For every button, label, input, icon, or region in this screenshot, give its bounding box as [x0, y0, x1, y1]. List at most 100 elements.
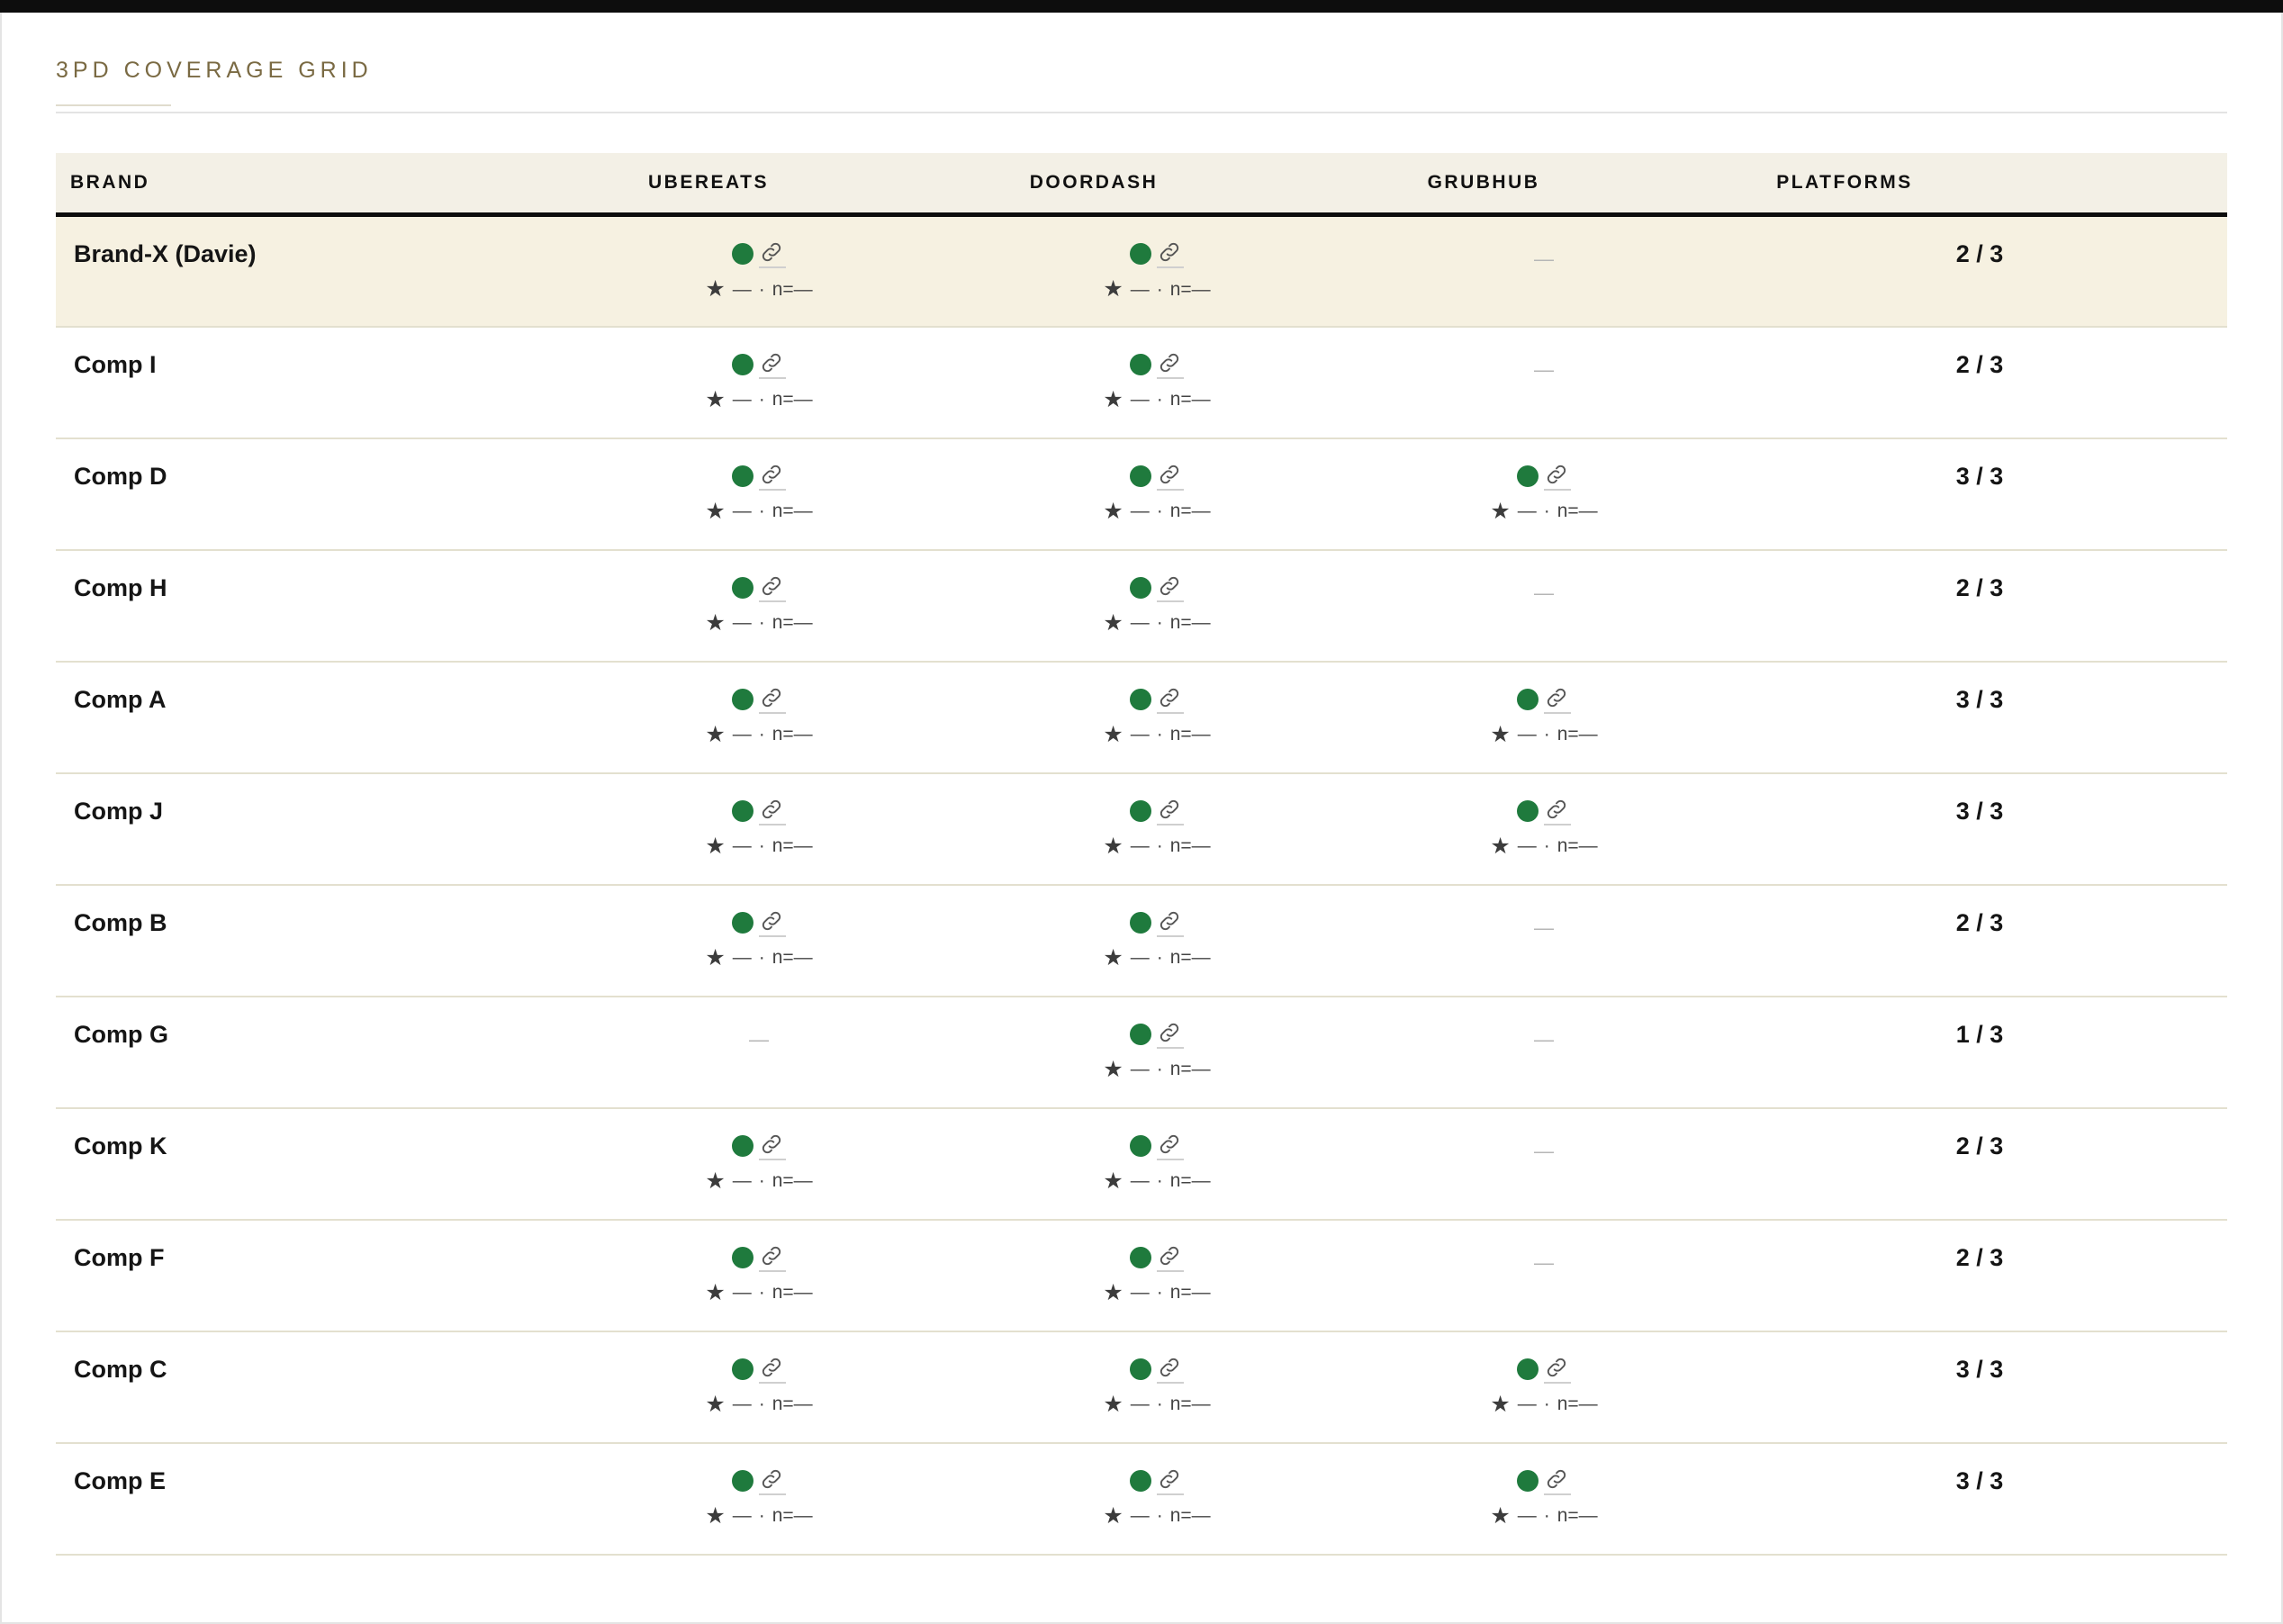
table-row: Comp J ★ — · n=— ★ — · n=— ★ — · n=— 3 / 3	[56, 772, 2227, 886]
link-icon[interactable]	[759, 350, 786, 379]
rating-separator: ·	[758, 1170, 765, 1191]
ubereats-cell: ★ — · n=—	[560, 1331, 958, 1444]
status-dot-icon	[1130, 465, 1151, 487]
review-count: n=—	[1557, 1505, 1598, 1526]
link-icon[interactable]	[1157, 1020, 1184, 1049]
column-header-grubhub[interactable]: GRUBHUB	[1356, 153, 1732, 217]
rating-summary: ★ — · n=—	[1103, 1058, 1210, 1081]
brand-name: Comp K	[56, 1107, 560, 1221]
link-icon[interactable]	[759, 797, 786, 826]
doordash-cell: ★ — · n=—	[958, 214, 1356, 328]
rating-summary: ★ — · n=—	[1103, 1281, 1210, 1304]
status-dot-icon	[1130, 688, 1151, 710]
listing-status	[1130, 907, 1184, 938]
link-icon[interactable]	[1544, 797, 1571, 826]
link-icon[interactable]	[1157, 239, 1184, 268]
link-icon[interactable]	[1544, 462, 1571, 491]
link-icon[interactable]	[1157, 462, 1184, 491]
link-icon[interactable]	[1157, 1243, 1184, 1272]
link-icon[interactable]	[1157, 685, 1184, 714]
grubhub-cell: —	[1356, 1219, 1732, 1332]
ubereats-cell: ★ — · n=—	[560, 1442, 958, 1556]
doordash-cell: ★ — · n=—	[958, 996, 1356, 1109]
rating-separator: ·	[1156, 835, 1163, 856]
rating-summary: ★ — · n=—	[705, 721, 812, 747]
link-icon[interactable]	[1544, 1466, 1571, 1495]
status-dot-icon	[1130, 1358, 1151, 1380]
platforms-count: 3 / 3	[1732, 772, 2227, 886]
link-icon[interactable]	[759, 685, 786, 714]
listing-status	[732, 1466, 786, 1496]
table-row: Comp G — ★ — · n=— — 1 / 3	[56, 996, 2227, 1109]
rating-summary: ★ — · n=—	[1490, 500, 1597, 523]
star-icon: ★	[1103, 721, 1123, 747]
review-count: n=—	[1169, 612, 1211, 633]
link-icon[interactable]	[1157, 350, 1184, 379]
link-icon[interactable]	[759, 239, 786, 268]
column-header-ubereats[interactable]: UBEREATS	[560, 153, 958, 217]
link-icon[interactable]	[1157, 1355, 1184, 1384]
rating-summary: ★ — · n=—	[705, 1281, 813, 1304]
link-icon[interactable]	[759, 573, 786, 602]
star-icon: ★	[705, 721, 726, 747]
table-row: Comp E ★ — · n=— ★ — · n=— ★ — · n=— 3 / 3	[56, 1442, 2227, 1556]
rating-value: —	[732, 1505, 752, 1526]
column-header-doordash[interactable]: DOORDASH	[958, 153, 1356, 217]
rating-separator: ·	[758, 1394, 765, 1414]
star-icon: ★	[1490, 1391, 1511, 1417]
review-count: n=—	[1169, 835, 1211, 856]
link-icon[interactable]	[759, 1466, 786, 1495]
coverage-table: BRAND UBEREATS DOORDASH GRUBHUB PLATFORM…	[56, 153, 2227, 1556]
brand-name: Comp I	[56, 326, 560, 439]
brand-name: Comp A	[56, 661, 560, 774]
rating-value: —	[1130, 501, 1150, 521]
link-icon[interactable]	[759, 1355, 786, 1384]
platforms-count: 2 / 3	[1732, 1219, 2227, 1332]
link-icon[interactable]	[759, 1132, 786, 1160]
brand-name: Comp D	[56, 438, 560, 551]
status-dot-icon	[1130, 353, 1151, 375]
rating-value: —	[1130, 1059, 1150, 1079]
review-count: n=—	[772, 1282, 813, 1303]
rating-summary: ★ — · n=—	[705, 944, 812, 970]
status-dot-icon	[1517, 1358, 1539, 1380]
table-row: Comp C ★ — · n=— ★ — · n=— ★ — · n=— 3 / 3	[56, 1331, 2227, 1444]
status-dot-icon	[1130, 799, 1151, 822]
column-header-platforms[interactable]: PLATFORMS	[1732, 153, 2227, 217]
link-icon[interactable]	[1157, 1466, 1184, 1495]
star-icon: ★	[1103, 609, 1123, 636]
listing-status	[732, 349, 786, 380]
link-icon[interactable]	[759, 462, 786, 491]
rating-separator: ·	[1156, 1282, 1163, 1303]
rating-summary: ★ — · n=—	[705, 388, 812, 411]
doordash-cell: ★ — · n=—	[958, 1331, 1356, 1444]
rating-value: —	[1517, 835, 1537, 856]
link-icon[interactable]	[1157, 1132, 1184, 1160]
link-icon[interactable]	[759, 1243, 786, 1272]
rating-value: —	[732, 389, 752, 410]
rating-separator: ·	[758, 501, 765, 521]
ubereats-cell: ★ — · n=—	[560, 661, 958, 774]
link-icon[interactable]	[759, 908, 786, 937]
column-header-brand[interactable]: BRAND	[56, 153, 560, 217]
not-listed-dash: —	[1534, 248, 1554, 270]
link-icon[interactable]	[1157, 908, 1184, 937]
rating-separator: ·	[1156, 1394, 1163, 1414]
star-icon: ★	[705, 944, 726, 970]
listing-status	[732, 684, 786, 715]
listing-status	[1130, 461, 1184, 492]
link-icon[interactable]	[1157, 797, 1184, 826]
rating-value: —	[1130, 612, 1150, 633]
listing-status	[1130, 1466, 1184, 1496]
link-icon[interactable]	[1544, 685, 1571, 714]
platforms-count: 3 / 3	[1732, 1331, 2227, 1444]
table-row: Comp D ★ — · n=— ★ — · n=— ★ — · n=— 3 / 3	[56, 438, 2227, 551]
star-icon: ★	[1490, 833, 1511, 859]
link-icon[interactable]	[1544, 1355, 1571, 1384]
star-icon: ★	[705, 498, 726, 524]
listing-status	[732, 1242, 786, 1273]
link-icon[interactable]	[1157, 573, 1184, 602]
star-icon: ★	[1103, 498, 1123, 524]
review-count: n=—	[1169, 278, 1211, 300]
grubhub-cell: ★ — · n=—	[1356, 1331, 1732, 1444]
